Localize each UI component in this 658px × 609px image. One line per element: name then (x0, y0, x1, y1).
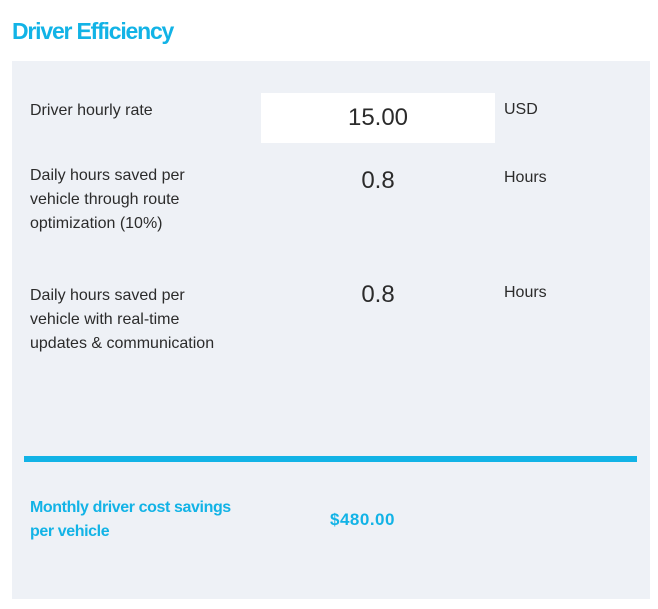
hourly-rate-input[interactable] (261, 93, 495, 143)
monthly-savings-label: Monthly driver cost savings per vehicle (30, 499, 231, 540)
section-title: Driver Efficiency (12, 18, 174, 44)
realtime-updates-unit: Hours (504, 284, 547, 301)
section-divider (24, 456, 637, 462)
route-optimization-value: 0.8 (361, 167, 395, 194)
route-optimization-unit: Hours (504, 169, 547, 186)
hourly-rate-unit: USD (504, 101, 538, 118)
calculator-panel: Driver hourly rate USD Daily hours saved… (12, 61, 650, 599)
realtime-updates-value: 0.8 (361, 281, 395, 308)
hourly-rate-label: Driver hourly rate (30, 102, 153, 119)
monthly-savings-value: $480.00 (330, 510, 395, 529)
route-optimization-label: Daily hours saved per vehicle through ro… (30, 167, 185, 232)
realtime-updates-label: Daily hours saved per vehicle with real-… (30, 287, 215, 352)
